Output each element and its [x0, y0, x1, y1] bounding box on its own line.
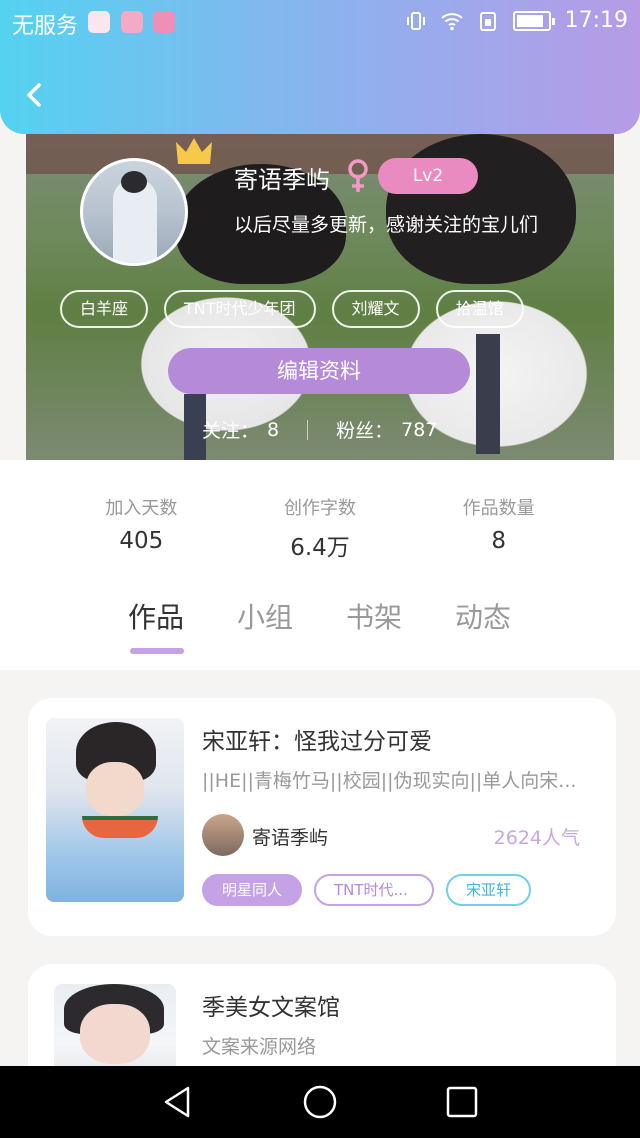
following-label[interactable]: 关注： [202, 416, 259, 443]
stat-value: 6.4万 [290, 535, 350, 561]
profile-tags: 白羊座 TNT时代少年团 刘耀文 拾温馆 [60, 290, 524, 328]
work-title: 宋亚轩：怪我过分可爱 [202, 729, 432, 755]
fans-count: 787 [401, 418, 438, 441]
work-tag[interactable]: 明星同人 [202, 874, 303, 906]
work-description: 文案来源网络 [202, 1036, 317, 1058]
profile-tabs: 作品 小组 书架 动态 [0, 596, 640, 656]
level-badge: Lv2 [378, 158, 478, 194]
status-bar: 无服务 17:19 [0, 0, 640, 44]
stat-word-count: 创作字数 6.4万 [231, 460, 410, 580]
username: 寄语季屿 [234, 166, 330, 194]
battery-icon [512, 10, 555, 31]
stat-works-count: 作品数量 8 [409, 460, 588, 580]
work-description: ||HE||青梅竹马||校园||伪现实向||单人向宋... [202, 770, 577, 792]
tab-activity[interactable]: 动态 [455, 596, 511, 636]
music-app-icon [121, 11, 143, 33]
profile-tag[interactable]: 刘耀文 [331, 290, 420, 328]
stat-label: 加入天数 [105, 498, 178, 519]
crown-icon [176, 138, 212, 164]
stats-card: 加入天数 405 创作字数 6.4万 作品数量 8 [52, 460, 588, 580]
fans-label[interactable]: 粉丝： [336, 416, 393, 443]
work-title: 季美女文案馆 [202, 995, 340, 1021]
work-card[interactable]: 宋亚轩：怪我过分可爱 ||HE||青梅竹马||校园||伪现实向||单人向宋...… [28, 698, 616, 936]
sim-icon [479, 11, 496, 31]
health-app-icon [88, 11, 110, 33]
female-gender-icon [348, 159, 368, 192]
stat-label: 作品数量 [462, 498, 535, 519]
popularity-count: 2624人气 [493, 827, 580, 849]
bilibili-app-icon [153, 11, 175, 33]
wifi-icon [440, 12, 463, 30]
author-avatar [202, 814, 244, 856]
tab-works[interactable]: 作品 [128, 596, 184, 636]
follow-stats: 关注： 8 粉丝： 787 [202, 416, 437, 443]
work-tag[interactable]: 宋亚轩 [446, 874, 532, 906]
tab-groups[interactable]: 小组 [237, 596, 293, 636]
nav-back-icon[interactable] [160, 1084, 196, 1120]
work-cover-image [46, 718, 184, 902]
nav-recents-icon[interactable] [444, 1084, 480, 1120]
vibrate-icon [406, 11, 425, 30]
stat-join-days: 加入天数 405 [52, 460, 231, 580]
user-bio: 以后尽量多更新，感谢关注的宝儿们 [234, 214, 539, 236]
stat-value: 405 [119, 528, 164, 554]
app-header: 无服务 17:19 [0, 0, 640, 134]
tab-bookshelf[interactable]: 书架 [346, 596, 402, 636]
clock: 17:19 [564, 8, 628, 33]
edit-profile-button[interactable]: 编辑资料 [168, 348, 470, 394]
active-tab-indicator [130, 648, 184, 654]
following-count: 8 [267, 418, 280, 441]
back-arrow-icon[interactable] [20, 80, 50, 110]
stat-label: 创作字数 [284, 498, 356, 519]
user-avatar[interactable] [80, 158, 188, 266]
author-name: 寄语季屿 [252, 827, 329, 849]
work-tag[interactable]: TNT时代... [314, 874, 435, 906]
profile-tag[interactable]: 白羊座 [60, 290, 149, 328]
profile-tag[interactable]: 拾温馆 [435, 290, 524, 328]
profile-tag[interactable]: TNT时代少年团 [164, 290, 316, 328]
carrier-label: 无服务 [12, 14, 79, 39]
divider [307, 419, 309, 440]
nav-home-icon[interactable] [302, 1084, 338, 1120]
stat-value: 8 [491, 528, 506, 554]
system-navigation-bar [0, 1066, 640, 1138]
work-tags: 明星同人 TNT时代... 宋亚轩 [202, 874, 532, 906]
